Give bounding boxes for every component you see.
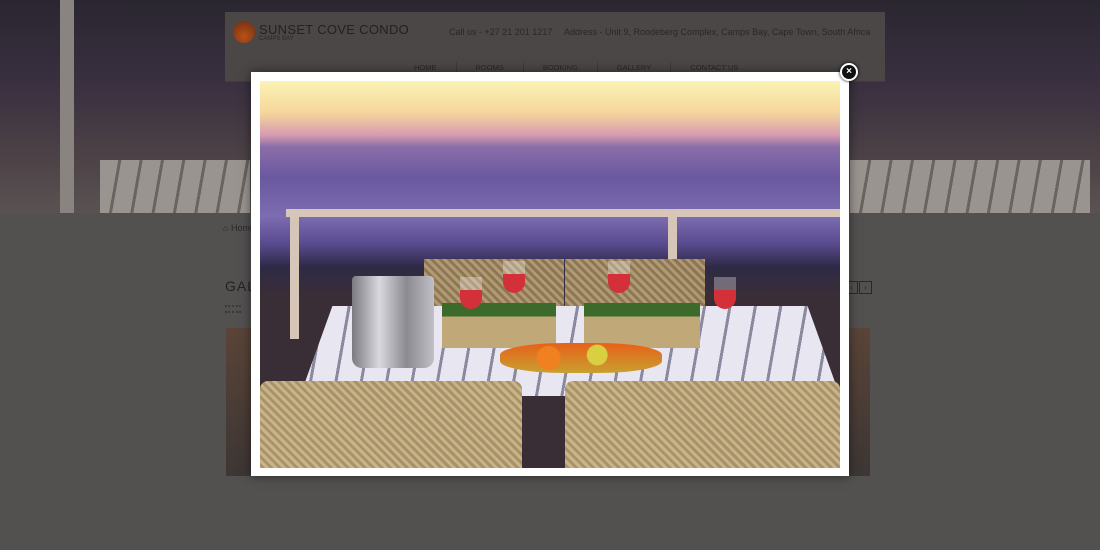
home-icon: ⌂ bbox=[223, 223, 229, 233]
gallery-next-button[interactable]: › bbox=[859, 281, 872, 294]
lightbox bbox=[251, 72, 849, 476]
lightbox-image bbox=[260, 81, 840, 468]
photo-planter bbox=[584, 303, 700, 348]
photo-rail bbox=[286, 209, 840, 217]
photo-chair bbox=[424, 259, 564, 309]
table-right bbox=[850, 160, 1090, 213]
lightbox-close-button[interactable]: × bbox=[840, 63, 858, 81]
photo-glass bbox=[608, 261, 630, 293]
address: Address - Unit 9, Roodeberg Complex, Cam… bbox=[564, 27, 871, 37]
photo-chair-front bbox=[565, 381, 840, 468]
photo-chair-front bbox=[260, 381, 522, 468]
photo-planter bbox=[442, 303, 556, 348]
photo-post bbox=[290, 209, 299, 339]
phone-number: Call us - +27 21 201 1217 bbox=[449, 27, 553, 37]
logo[interactable]: SUNSET COVE CONDO CAMPS BAY bbox=[233, 21, 409, 43]
photo-glass bbox=[714, 277, 736, 309]
wave-divider-icon bbox=[225, 305, 241, 313]
photo-champagne-bucket bbox=[352, 276, 434, 368]
photo-glass bbox=[503, 261, 525, 293]
gallery-thumbnail[interactable] bbox=[846, 328, 870, 476]
photo-fruit-platter bbox=[500, 343, 662, 373]
logo-title: SUNSET COVE CONDO bbox=[259, 21, 410, 37]
palm-tree-logo-icon bbox=[233, 21, 255, 43]
balcony-post bbox=[60, 0, 74, 213]
photo-chair bbox=[565, 259, 705, 309]
table-left bbox=[100, 160, 250, 213]
photo-glass bbox=[460, 277, 482, 309]
